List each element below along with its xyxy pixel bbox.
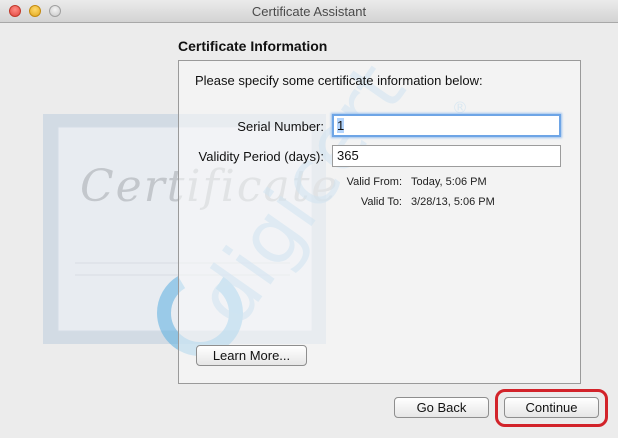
validity-period-input[interactable]: 365 [332, 145, 561, 167]
go-back-button[interactable]: Go Back [394, 397, 489, 418]
serial-number-value: 1 [337, 118, 345, 133]
valid-to-value: 3/28/13, 5:06 PM [411, 196, 495, 208]
window-title: Certificate Assistant [251, 4, 367, 19]
serial-number-label: Serial Number: [237, 119, 324, 134]
learn-more-button[interactable]: Learn More... [196, 345, 307, 366]
serial-number-input[interactable]: 1 [332, 114, 561, 137]
instruction-text: Please specify some certificate informat… [195, 73, 483, 88]
valid-from-label: Valid From: [346, 176, 402, 188]
valid-from-value: Today, 5:06 PM [411, 176, 487, 188]
title-bar: Certificate Assistant [0, 0, 618, 23]
section-title: Certificate Information [178, 38, 328, 54]
certificate-assistant-window: Certificate Assistant Certificate digice… [0, 0, 618, 438]
certificate-info-panel [178, 60, 581, 384]
valid-to-label: Valid To: [360, 196, 402, 208]
continue-button[interactable]: Continue [504, 397, 599, 418]
validity-period-label: Validity Period (days): [198, 149, 324, 164]
